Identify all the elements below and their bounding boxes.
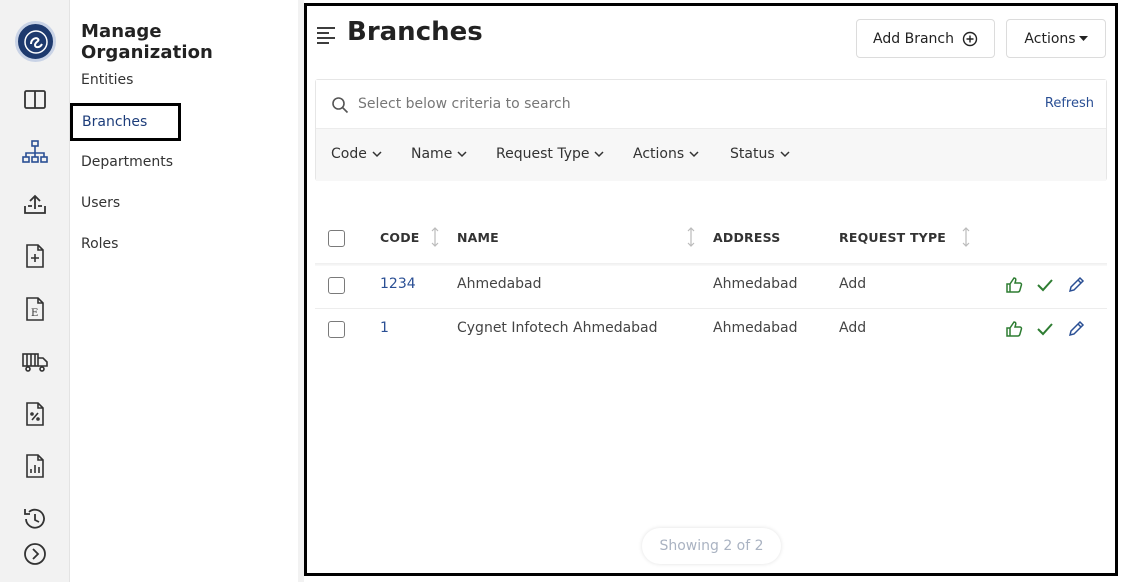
branch-address: Ahmedabad — [713, 276, 798, 292]
icon-rail: E — [0, 0, 70, 582]
branch-code-link[interactable]: 1 — [380, 320, 389, 336]
plus-circle-icon — [962, 31, 978, 46]
select-all-checkbox[interactable] — [328, 230, 345, 247]
check-icon[interactable] — [1036, 320, 1054, 338]
caret-down-icon — [1078, 35, 1088, 41]
column-header-request-type[interactable]: REQUEST TYPE — [839, 230, 946, 245]
check-icon[interactable] — [1036, 276, 1054, 294]
row-divider — [315, 308, 1107, 309]
logo-icon[interactable] — [15, 21, 56, 62]
sidebar-item-label: Branches — [82, 114, 148, 130]
pagination-status: Showing 2 of 2 — [642, 528, 781, 564]
edit-pencil-icon[interactable] — [1067, 320, 1085, 338]
file-percent-icon[interactable] — [21, 400, 49, 428]
chevron-right-circle-icon[interactable] — [21, 540, 49, 568]
sidebar: Manage Organization Entities Branches De… — [70, 0, 298, 582]
row-checkbox[interactable] — [328, 321, 345, 338]
upload-icon[interactable] — [21, 190, 49, 218]
chevron-down-icon — [780, 151, 790, 158]
criteria-name[interactable]: Name — [411, 146, 467, 162]
sidebar-item-entities[interactable]: Entities — [81, 72, 133, 88]
file-chart-icon[interactable] — [21, 452, 49, 480]
edit-pencil-icon[interactable] — [1067, 276, 1085, 294]
criteria-label: Actions — [633, 146, 685, 162]
criteria-row: Code Name Request Type Actions Status — [316, 129, 1106, 181]
menu-icon[interactable] — [316, 25, 336, 45]
org-tree-icon[interactable] — [21, 138, 49, 166]
sidebar-item-branches[interactable]: Branches — [70, 103, 181, 141]
sidebar-item-users[interactable]: Users — [81, 195, 120, 211]
branch-request-type: Add — [839, 320, 867, 336]
sort-icon[interactable] — [430, 226, 440, 248]
search-icon — [332, 97, 349, 114]
criteria-code[interactable]: Code — [331, 146, 382, 162]
file-add-icon[interactable] — [21, 242, 49, 270]
branch-name: Ahmedabad — [457, 276, 542, 292]
sidebar-title: Manage Organization — [81, 21, 213, 63]
columns-icon[interactable] — [21, 86, 49, 114]
svg-text:E: E — [31, 308, 38, 319]
criteria-label: Request Type — [496, 146, 590, 162]
search-input[interactable] — [358, 92, 958, 116]
sort-icon[interactable] — [961, 226, 971, 248]
add-branch-label: Add Branch — [873, 30, 954, 47]
file-e-icon[interactable]: E — [21, 295, 49, 323]
page-title: Branches — [347, 17, 483, 47]
criteria-request-type[interactable]: Request Type — [496, 146, 605, 162]
thumbs-up-icon[interactable] — [1005, 320, 1023, 338]
actions-button[interactable]: Actions — [1006, 19, 1106, 58]
criteria-label: Name — [411, 146, 453, 162]
branch-name: Cygnet Infotech Ahmedabad — [457, 320, 658, 336]
criteria-status[interactable]: Status — [730, 146, 790, 162]
criteria-label: Code — [331, 146, 367, 162]
chevron-down-icon — [594, 151, 605, 158]
row-checkbox[interactable] — [328, 277, 345, 294]
sort-icon[interactable] — [686, 226, 696, 248]
main-panel: Branches Add Branch Actions Refresh Code… — [304, 3, 1118, 576]
branch-request-type: Add — [839, 276, 867, 292]
column-header-code[interactable]: CODE — [380, 230, 420, 245]
branch-address: Ahmedabad — [713, 320, 798, 336]
refresh-link[interactable]: Refresh — [1045, 96, 1094, 111]
add-branch-button[interactable]: Add Branch — [856, 19, 995, 58]
thumbs-up-icon[interactable] — [1005, 276, 1023, 294]
chevron-down-icon — [457, 151, 467, 158]
sidebar-item-departments[interactable]: Departments — [81, 154, 173, 170]
truck-icon[interactable] — [21, 347, 49, 375]
history-icon[interactable] — [21, 505, 49, 533]
chevron-down-icon — [689, 151, 699, 158]
criteria-actions[interactable]: Actions — [633, 146, 699, 162]
chevron-down-icon — [372, 151, 382, 158]
header-divider — [315, 263, 1107, 266]
column-header-address: ADDRESS — [713, 230, 781, 245]
filter-panel: Refresh Code Name Request Type Actions S… — [315, 79, 1107, 181]
actions-label: Actions — [1024, 30, 1076, 47]
sidebar-item-roles[interactable]: Roles — [81, 236, 118, 252]
branch-code-link[interactable]: 1234 — [380, 276, 416, 292]
column-header-name[interactable]: NAME — [457, 230, 499, 245]
criteria-label: Status — [730, 146, 775, 162]
search-bar: Refresh — [316, 80, 1106, 129]
